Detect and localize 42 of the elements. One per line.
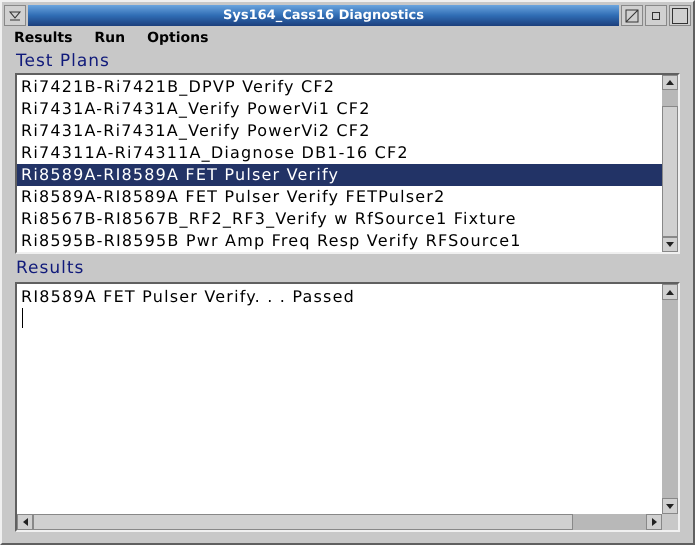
section-label: Results	[15, 257, 86, 280]
scrollbar-corner	[662, 514, 678, 530]
scroll-down-button[interactable]	[662, 236, 678, 252]
maximize-button[interactable]	[645, 5, 667, 26]
vertical-scrollbar[interactable]	[662, 75, 678, 252]
left-caret-icon	[22, 518, 28, 526]
result-line: RI8589A FET Pulser Verify. . . Passed	[21, 286, 356, 308]
minimize-button[interactable]	[621, 5, 643, 26]
menu-item[interactable]: Options	[147, 28, 208, 48]
down-arrow-icon	[9, 10, 21, 20]
down-caret-icon	[666, 504, 674, 508]
scroll-up-button[interactable]	[662, 75, 678, 90]
vertical-scrollbar[interactable]	[662, 284, 678, 514]
menu-item[interactable]: Run	[94, 28, 126, 48]
horizontal-scrollbar[interactable]	[17, 514, 662, 530]
list-item[interactable]: Ri8567B-RI8567B_RF2_RF3_Verify w RfSource1 Fixture	[17, 208, 662, 230]
list-item[interactable]: Ri7431A-Ri7431A_Verify PowerVi2 CF2	[17, 120, 662, 142]
close-button[interactable]	[669, 5, 691, 26]
menu-item[interactable]: Results	[14, 28, 72, 48]
text-cursor	[22, 308, 23, 328]
down-caret-icon	[666, 242, 674, 247]
scroll-up-button[interactable]	[662, 284, 678, 300]
right-caret-icon	[652, 518, 656, 526]
list-item[interactable]: Ri8589A-RI8589A FET Pulser Verify FETPulser2	[17, 186, 662, 208]
window-title: Sys164_Cass16 Diagnostics	[223, 6, 424, 25]
scroll-down-button[interactable]	[662, 498, 678, 514]
up-caret-icon	[666, 80, 674, 86]
minimize-icon	[625, 8, 639, 22]
list-item[interactable]: Ri8595B-RI8595B Pwr Amp Freq Resp Verify RFSource1	[17, 230, 662, 252]
list-item[interactable]: Ri7421B-Ri7421B_DPVP Verify CF2	[17, 76, 662, 98]
window-menu-button[interactable]	[4, 5, 26, 26]
list-item[interactable]: Ri7431A-Ri7431A_Verify PowerVi1 CF2	[17, 98, 662, 120]
scroll-left-button[interactable]	[17, 514, 33, 530]
scroll-right-button[interactable]	[646, 514, 662, 530]
small-square-icon	[652, 12, 660, 20]
up-caret-icon	[666, 290, 674, 294]
section-label: Test Plans	[15, 50, 111, 73]
list-item[interactable]: Ri74311A-Ri74311A_Diagnose DB1-16 CF2	[17, 142, 662, 164]
scroll-thumb[interactable]	[662, 106, 678, 237]
scroll-thumb[interactable]	[33, 514, 573, 530]
list-item[interactable]: Ri8589A-RI8589A FET Pulser Verify	[17, 164, 662, 186]
square-icon	[672, 8, 688, 24]
